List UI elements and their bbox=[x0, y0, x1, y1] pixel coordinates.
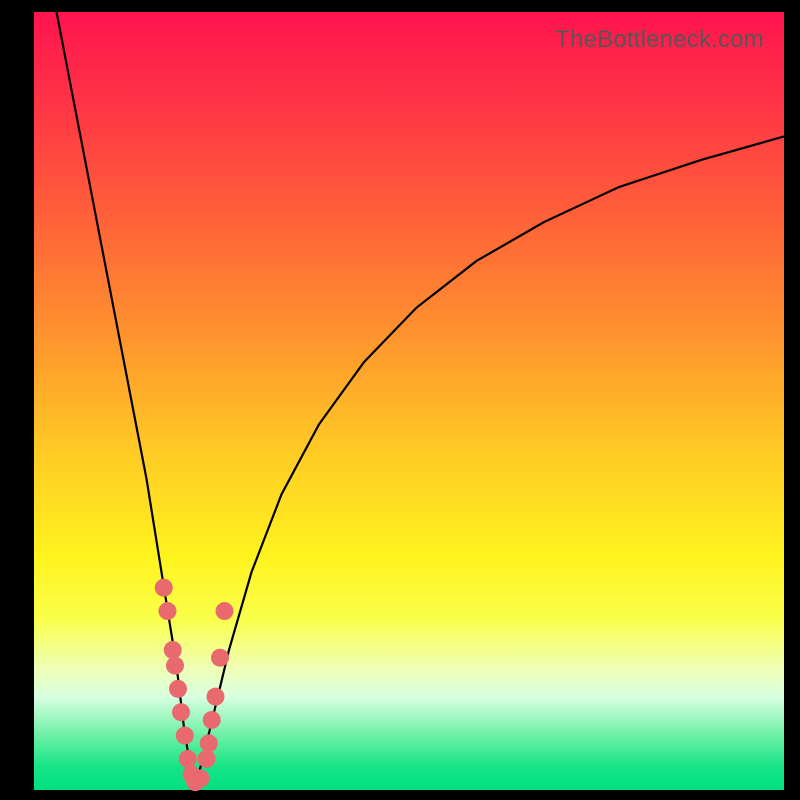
valley-dot bbox=[207, 688, 225, 706]
valley-dot bbox=[159, 602, 177, 620]
valley-dot bbox=[211, 649, 229, 667]
valley-dot bbox=[203, 711, 221, 729]
curve-right-branch bbox=[195, 136, 784, 786]
valley-dot bbox=[169, 680, 187, 698]
valley-dot bbox=[216, 602, 234, 620]
valley-dot bbox=[179, 750, 197, 768]
valley-dot bbox=[200, 734, 218, 752]
valley-dot bbox=[176, 727, 194, 745]
valley-dot bbox=[198, 750, 216, 768]
valley-dot bbox=[192, 769, 210, 787]
chart-frame: TheBottleneck.com bbox=[0, 0, 800, 800]
valley-dot bbox=[166, 657, 184, 675]
valley-dot bbox=[172, 703, 190, 721]
valley-dot bbox=[164, 641, 182, 659]
chart-overlay bbox=[34, 12, 784, 790]
plot-area: TheBottleneck.com bbox=[34, 12, 784, 790]
valley-dot bbox=[155, 579, 173, 597]
